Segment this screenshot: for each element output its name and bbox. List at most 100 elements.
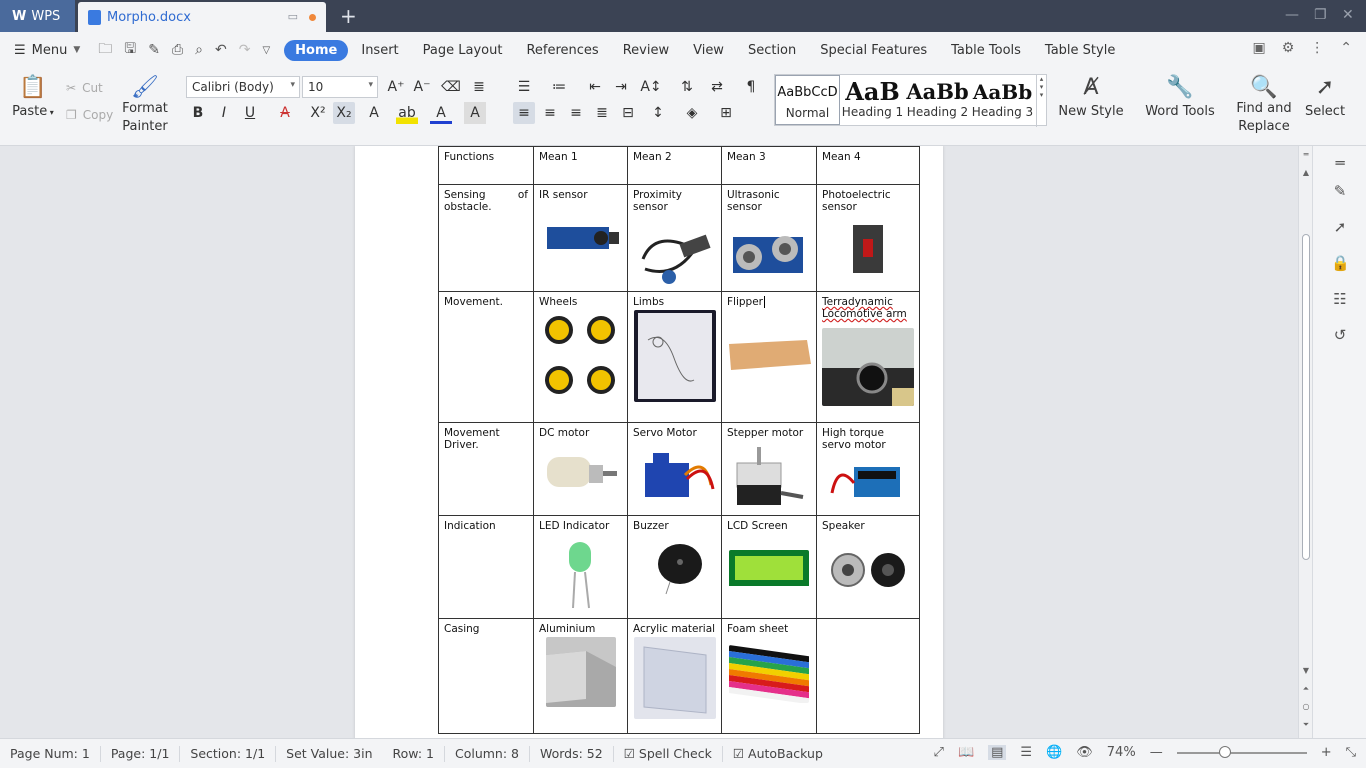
eye-protection-icon[interactable]: 👁 — [1076, 745, 1093, 760]
style-normal[interactable]: AaBbCcD Normal — [775, 75, 840, 125]
split-icon[interactable]: ═ — [1301, 150, 1311, 159]
prev-page-icon[interactable]: ⏶ — [1301, 684, 1311, 694]
table-cell[interactable]: Wheels — [533, 291, 628, 423]
shading-icon[interactable]: ◈ — [681, 102, 703, 124]
table-cell[interactable]: Proximity sensor — [627, 184, 722, 292]
tab-special-features[interactable]: Special Features — [809, 40, 938, 61]
style-heading-1[interactable]: AaB Heading 1 — [840, 75, 905, 125]
more-icon[interactable]: ⋮ — [1310, 40, 1324, 56]
scroll-down-icon[interactable]: ▼ — [1301, 666, 1311, 675]
zoom-slider[interactable] — [1176, 745, 1307, 758]
settings-gear-icon[interactable]: ⚙ — [1282, 40, 1295, 56]
table-cell[interactable]: Mean 1 — [533, 146, 628, 185]
customize-icon[interactable]: ▽ — [262, 45, 270, 56]
text-effect-icon[interactable]: A — [363, 102, 385, 124]
new-tab-icon[interactable]: + — [340, 4, 357, 28]
justify-icon[interactable]: ≣ — [591, 102, 613, 124]
style-scroll-icon[interactable]: ▴ ▾ ▾ — [1036, 75, 1046, 127]
tab-table-style[interactable]: Table Style — [1034, 40, 1126, 61]
table-cell[interactable]: Mean 3 — [721, 146, 817, 185]
line-spacing-icon[interactable]: ↕ — [647, 102, 669, 124]
section-status[interactable]: Section: 1/1 — [180, 745, 277, 762]
table-cell[interactable]: Movement. — [438, 291, 534, 423]
words-status[interactable]: Words: 52 — [530, 745, 614, 762]
tab-page-layout[interactable]: Page Layout — [412, 40, 514, 61]
open-icon[interactable]: 🗀 — [98, 38, 112, 62]
table-cell[interactable]: Indication — [438, 515, 534, 619]
undo-icon[interactable]: ↶ — [215, 42, 227, 58]
spacing-icon[interactable]: ⇄ — [706, 76, 728, 98]
sort-icon[interactable]: ⇅ — [676, 76, 698, 98]
table-cell[interactable]: Acrylic material — [627, 618, 722, 734]
autobackup-button[interactable]: ☑ AutoBackup — [723, 746, 833, 762]
lock-icon[interactable]: 🔒 — [1331, 254, 1350, 272]
print-preview-icon[interactable]: ⌕ — [195, 42, 203, 58]
scroll-up-icon[interactable]: ▲ — [1301, 168, 1311, 177]
tab-view[interactable]: View — [682, 40, 735, 61]
style-heading-2[interactable]: AaBb Heading 2 — [905, 75, 970, 125]
increase-indent-icon[interactable]: ⇥ — [610, 76, 632, 98]
italic-icon[interactable]: I — [213, 102, 235, 124]
bullets-icon[interactable]: ☰ — [513, 76, 535, 98]
minimize-icon[interactable]: — — [1285, 7, 1299, 23]
table-cell[interactable]: Ultrasonic sensor — [721, 184, 817, 292]
page-status[interactable]: Page: 1/1 — [101, 745, 181, 762]
table-cell[interactable]: LCD Screen — [721, 515, 817, 619]
main-menu-button[interactable]: ☰ Menu ▼ — [0, 43, 92, 58]
zoom-out-icon[interactable]: — — [1150, 745, 1163, 760]
table-cell[interactable]: Mean 2 — [627, 146, 722, 185]
collapse-ribbon-icon[interactable]: ⌃ — [1340, 40, 1352, 56]
style-heading-3[interactable]: AaBb Heading 3 — [970, 75, 1035, 125]
history-icon[interactable]: ↺ — [1331, 326, 1349, 344]
table-cell[interactable]: Speaker — [816, 515, 920, 619]
table-cell[interactable]: LED Indicator — [533, 515, 628, 619]
tab-section[interactable]: Section — [737, 40, 807, 61]
subscript-icon[interactable]: X₂ — [333, 102, 355, 124]
decrease-indent-icon[interactable]: ⇤ — [584, 76, 606, 98]
table-cell[interactable]: Flipper — [721, 291, 817, 423]
table-cell[interactable]: IR sensor — [533, 184, 628, 292]
paste-button[interactable]: 📋 Paste ▾ — [10, 76, 56, 120]
zoom-value[interactable]: 74% — [1107, 745, 1136, 760]
morphological-table[interactable]: Functions Mean 1 Mean 2 Mean 3 Mean 4 Se… — [438, 146, 920, 734]
tab-references[interactable]: References — [515, 40, 609, 61]
highlight-icon[interactable]: ab — [396, 102, 418, 124]
show-marks-icon[interactable]: ¶ — [740, 76, 762, 98]
page-num-status[interactable]: Page Num: 1 — [0, 745, 101, 762]
select-cursor-icon[interactable]: ➚ — [1331, 218, 1349, 236]
screen-icon[interactable]: ▭ — [288, 10, 298, 23]
find-replace-button[interactable]: 🔍 Find and Replace — [1234, 76, 1294, 136]
table-cell[interactable]: Functions — [438, 146, 534, 185]
bold-icon[interactable]: B — [187, 102, 209, 124]
table-cell[interactable]: Sensing of obstacle. — [438, 184, 534, 292]
document-page[interactable]: Functions Mean 1 Mean 2 Mean 3 Mean 4 Se… — [355, 146, 943, 738]
select-button[interactable]: ➚ Select — [1300, 76, 1350, 120]
table-cell[interactable]: DC motor — [533, 422, 628, 516]
document-tab[interactable]: Morpho.docx ▭ — [78, 2, 326, 32]
restore-icon[interactable]: ❐ — [1314, 7, 1327, 23]
tab-review[interactable]: Review — [612, 40, 680, 61]
sliders-icon[interactable]: ☷ — [1331, 290, 1349, 308]
align-right-icon[interactable]: ≡ — [565, 102, 587, 124]
page-view-icon[interactable]: ▤ — [988, 745, 1007, 760]
table-cell[interactable]: Servo Motor — [627, 422, 722, 516]
tab-home[interactable]: Home — [284, 39, 349, 61]
align-left-icon[interactable]: ≡ — [513, 102, 535, 124]
font-color-icon[interactable]: A — [430, 102, 452, 124]
fullscreen-icon[interactable]: ⤢ — [934, 745, 944, 760]
new-style-button[interactable]: Ⱥ New Style — [1056, 76, 1126, 120]
table-cell[interactable]: Movement Driver. — [438, 422, 534, 516]
align-center-icon[interactable]: ≡ — [539, 102, 561, 124]
scroll-thumb[interactable] — [1302, 234, 1310, 560]
superscript-icon[interactable]: X² — [307, 102, 329, 124]
next-page-icon[interactable]: ⏷ — [1301, 720, 1311, 730]
vertical-scrollbar[interactable]: ═ ▲ ▼ ⏶ ○ ⏷ — [1298, 146, 1312, 738]
word-tools-button[interactable]: 🔧 Word Tools — [1142, 76, 1218, 120]
table-cell[interactable]: Aluminium — [533, 618, 628, 734]
edit-pen-icon[interactable]: ✎ — [1331, 182, 1349, 200]
outline-view-icon[interactable]: ☰ — [1020, 745, 1032, 760]
table-cell[interactable]: Casing — [438, 618, 534, 734]
browse-object-icon[interactable]: ○ — [1301, 702, 1311, 711]
column-status[interactable]: Column: 8 — [445, 745, 530, 762]
text-direction-icon[interactable]: A↕ — [640, 76, 662, 98]
